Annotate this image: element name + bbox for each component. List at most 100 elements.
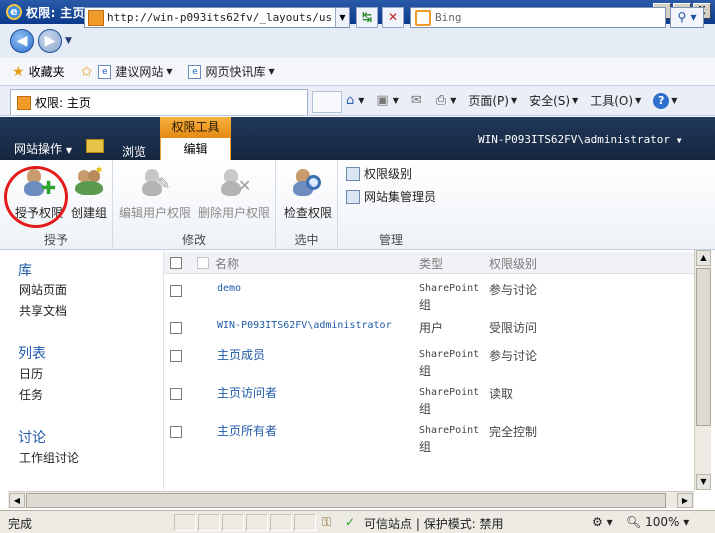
browser-tab-active[interactable]: 权限: 主页 [10,89,308,115]
privacy-icon[interactable]: ⚿ [322,515,331,530]
nav-item-site-pages[interactable]: 网站页面 [19,281,67,298]
row-name-link[interactable]: 主页所有者 [217,422,277,439]
column-header-type[interactable]: 类型 [419,255,443,272]
row-name-link[interactable]: 主页成员 [217,346,265,363]
row-checkbox[interactable] [170,350,182,362]
create-group-button[interactable]: ✶ 创建组 [69,163,109,221]
zoom-button[interactable]: 🔍︎ 100% ▾ [626,515,689,529]
navigate-up-icon[interactable] [86,139,104,153]
status-cell [294,514,316,531]
search-placeholder[interactable]: Bing [435,11,462,24]
vertical-scrollbar[interactable]: ▲ ▼ [694,250,711,490]
print-button[interactable]: ⎙ ▼ [436,93,457,108]
row-checkbox[interactable] [170,285,182,297]
user-menu[interactable]: WIN-P093ITS62FV\administrator ▼ [478,133,682,146]
scroll-down-icon[interactable]: ▼ [696,474,711,490]
vertical-scroll-thumb[interactable] [696,268,711,426]
check-permissions-label: 检查权限 [283,206,332,220]
ie-page-icon: e [188,64,202,79]
nav-item-team-discussion[interactable]: 工作组讨论 [19,449,79,466]
forward-button[interactable]: ▶ [38,29,62,53]
ribbon-group-check-label: 选中 [294,233,319,247]
permission-levels-button[interactable]: 权限级别 [346,165,412,182]
row-checkbox[interactable] [170,322,182,334]
suggested-sites-link[interactable]: e 建议网站 ▼ [98,63,172,80]
select-all-checkbox[interactable] [170,257,182,269]
create-group-label: 创建组 [70,206,107,220]
row-name-link[interactable]: WIN-P093ITS62FV\administrator [217,320,392,331]
ribbon-group-manage-label: 管理 [378,233,403,247]
tab-command-row: 权限: 主页 ⌂ ▼ ▣ ▼ ✉ ⎙ ▼ 页面(P) ▼ 安全(S) ▼ 工具(O) ▼ ?… [0,86,715,116]
web-slice-gallery-link[interactable]: e 网页快讯库 ▼ [188,63,275,80]
horizontal-scrollbar[interactable]: ◀ ▶ [8,491,694,508]
chevron-down-icon: ▼ [268,67,275,76]
compatibility-view-button[interactable]: ↹ [356,7,378,28]
tab-browse[interactable]: 浏览 [122,143,146,160]
ie-page-icon: e [98,64,112,79]
check-permissions-button[interactable]: 检查权限 [282,166,334,221]
status-cell [174,514,196,531]
chevron-down-icon: ▼ [392,96,399,105]
security-zone[interactable]: 可信站点 | 保护模式: 禁用 [364,515,504,532]
row-permission-level: 读取 [489,387,514,401]
home-button[interactable]: ⌂ ▼ [346,93,364,108]
permissions-list: 名称 类型 权限级别 demo SharePoint 组 参与讨论 WIN-P0… [164,250,694,490]
column-header-name[interactable]: 名称 [215,255,239,272]
tab-edit[interactable]: 编辑 [160,138,231,160]
horizontal-scroll-thumb[interactable] [26,493,666,508]
new-tab-button[interactable] [312,91,342,113]
site-actions-menu[interactable]: 网站操作 ▼ [14,140,72,157]
add-favorite-button[interactable]: ✩ [81,64,93,80]
ribbon-group-check: 检查权限 选中 [276,160,338,250]
help-menu[interactable]: ? ▼ [653,92,677,109]
permission-levels-icon [346,166,360,181]
nav-heading-lists[interactable]: 列表 [18,343,46,363]
favorites-button[interactable]: 收藏夹 [29,63,65,80]
address-dropdown-icon[interactable]: ▼ [335,8,349,27]
safety-menu[interactable]: 安全(S) ▼ [529,92,578,109]
nav-item-calendar[interactable]: 日历 [19,365,43,382]
nav-heading-libraries[interactable]: 库 [18,260,32,280]
recent-pages-dropdown-icon[interactable]: ▼ [65,36,72,46]
edit-user-permissions-icon: ✎ [138,166,172,198]
check-permissions-icon [291,166,325,198]
status-tools-button[interactable]: ⚙ ▾ [592,515,613,529]
site-collection-admins-button[interactable]: 网站集管理员 [346,188,436,205]
scroll-up-icon[interactable]: ▲ [696,250,711,266]
nav-item-tasks[interactable]: 任务 [19,386,43,403]
ribbon-group-modify-label: 修改 [181,233,206,247]
nav-heading-discussions[interactable]: 讨论 [18,427,46,447]
status-cell [270,514,292,531]
read-mail-button[interactable]: ✉ [411,93,424,108]
column-header-permission-level[interactable]: 权限级别 [489,255,537,272]
chevron-down-icon: ▼ [166,67,173,76]
web-slice-gallery-label: 网页快讯库 [205,65,266,79]
address-url[interactable]: http://win-p093its62fv/_layouts/user.a [107,11,331,24]
scroll-right-icon[interactable]: ▶ [677,493,693,508]
edit-user-permissions-button[interactable]: ✎ 编辑用户权限 [119,166,191,221]
row-type-line1: SharePoint [419,283,480,294]
feeds-button[interactable]: ▣ ▼ [376,93,398,108]
nav-item-shared-documents[interactable]: 共享文档 [19,302,67,319]
row-name-link[interactable]: 主页访问者 [217,384,277,401]
page-menu[interactable]: 页面(P) ▼ [468,92,517,109]
row-type-line2: 组 [419,440,432,454]
remove-user-permissions-label: 删除用户权限 [197,206,270,220]
row-type-line1: 用户 [419,321,444,335]
ribbon-group-modify: ✎ 编辑用户权限 ✕ 删除用户权限 修改 [113,160,276,250]
search-go-button[interactable]: ⚲ ▾ [670,7,704,28]
row-name-link[interactable]: demo [217,283,241,294]
tools-menu[interactable]: 工具(O) ▼ [590,92,641,109]
user-name: WIN-P093ITS62FV\administrator [478,133,671,146]
remove-user-permissions-button[interactable]: ✕ 删除用户权限 [197,166,271,221]
suggested-sites-label: 建议网站 [115,65,164,79]
address-bar[interactable]: http://win-p093its62fv/_layouts/user.a ▼ [84,7,350,28]
stop-button[interactable]: ✕ [382,7,404,28]
feeds-icon: ▣ [376,93,389,108]
row-checkbox[interactable] [170,388,182,400]
search-box[interactable]: Bing [410,7,666,28]
edit-user-permissions-label: 编辑用户权限 [119,206,192,220]
scroll-left-icon[interactable]: ◀ [9,493,25,508]
back-button[interactable]: ◀ [10,29,34,53]
row-checkbox[interactable] [170,426,182,438]
